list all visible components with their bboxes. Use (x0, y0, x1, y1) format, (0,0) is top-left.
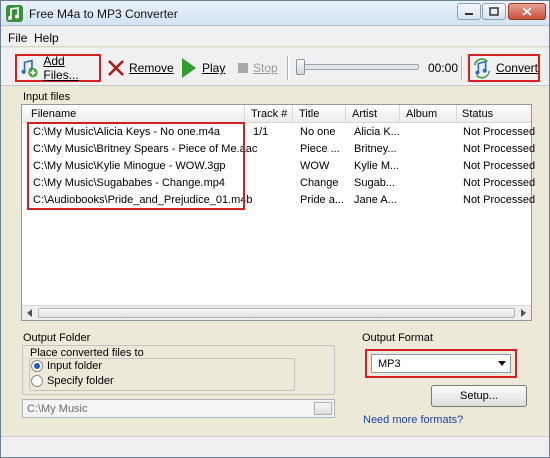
files-highlight-box (27, 122, 245, 210)
output-format-value: MP3 (378, 358, 401, 370)
close-button[interactable] (508, 3, 546, 20)
file-list-header: Filename Track # Title Artist Album Stat… (22, 105, 531, 123)
output-folder-label: Output Folder (23, 332, 91, 344)
cell-artist: Britney... (354, 143, 397, 155)
cell-artist: Alicia K... (354, 126, 400, 138)
cell-status: Not Processed (463, 143, 536, 155)
column-divider (399, 105, 400, 122)
seek-bar[interactable] (296, 59, 419, 75)
remove-icon (108, 60, 124, 76)
stop-label: Stop (253, 61, 278, 75)
add-files-icon (21, 59, 38, 78)
output-folder-path-field[interactable]: C:\My Music (22, 399, 335, 418)
menu-file[interactable]: File (8, 31, 27, 45)
cell-title: WOW (300, 160, 330, 172)
column-divider (345, 105, 346, 122)
convert-button[interactable]: Convert (468, 54, 540, 82)
status-bar (1, 436, 549, 457)
maximize-icon (489, 7, 499, 16)
minimize-icon (465, 13, 473, 15)
convert-label: Convert (495, 61, 538, 75)
column-track[interactable]: Track # (251, 108, 287, 120)
add-files-label: Add Files... (43, 54, 79, 82)
stop-icon (238, 63, 248, 73)
stop-button[interactable]: Stop (237, 54, 278, 82)
maximize-button[interactable] (482, 3, 506, 20)
format-highlight-box: MP3 (365, 349, 517, 378)
play-label: Play (202, 61, 226, 75)
scrollbar-thumb[interactable] (38, 308, 515, 318)
remove-label: Remove (129, 61, 174, 75)
column-divider (244, 105, 245, 122)
window-title: Free M4a to MP3 Converter (29, 7, 178, 21)
radio-input-folder[interactable]: Input folder (31, 360, 102, 372)
column-divider (292, 105, 293, 122)
output-folder-path: C:\My Music (27, 403, 88, 415)
radio-unselected-icon (31, 375, 43, 387)
convert-icon (474, 58, 490, 79)
radio-specify-folder-label: Specify folder (47, 375, 114, 387)
column-divider (456, 105, 457, 122)
chevron-down-icon (498, 361, 506, 366)
menu-bar: File Help (1, 27, 549, 47)
output-format-select[interactable]: MP3 (371, 354, 511, 373)
column-album[interactable]: Album (406, 108, 437, 120)
column-status[interactable]: Status (462, 108, 493, 120)
toolbar-separator (461, 56, 463, 80)
cell-status: Not Processed (463, 126, 536, 138)
column-artist[interactable]: Artist (352, 108, 377, 120)
scroll-right-icon[interactable] (518, 309, 528, 317)
cell-artist: Kylie M... (354, 160, 400, 172)
cell-artist: Sugab... (354, 177, 395, 189)
time-display: 00:00 (428, 61, 459, 75)
cell-status: Not Processed (463, 177, 536, 189)
add-files-button[interactable]: Add Files... (15, 54, 101, 82)
cell-title: Pride a... (300, 194, 345, 206)
play-button[interactable]: Play (180, 54, 225, 82)
cell-status: Not Processed (463, 194, 536, 206)
setup-button[interactable]: Setup... (431, 385, 527, 407)
file-list[interactable]: Filename Track # Title Artist Album Stat… (21, 104, 536, 321)
close-icon (522, 7, 532, 16)
toolbar-separator (287, 56, 289, 80)
output-format-label: Output Format (362, 332, 433, 344)
cell-title: Change (300, 177, 339, 189)
cell-title: Piece ... (300, 143, 340, 155)
input-files-label: Input files (23, 91, 71, 103)
cell-status: Not Processed (463, 160, 536, 172)
seek-thumb[interactable] (296, 59, 305, 75)
browse-folder-button[interactable] (314, 402, 332, 415)
scroll-left-icon[interactable] (25, 309, 35, 317)
play-icon (182, 58, 196, 78)
cell-title: No one (300, 126, 336, 138)
app-window: Free M4a to MP3 Converter File Help Add … (0, 0, 550, 458)
need-more-formats-link[interactable]: Need more formats? (363, 414, 463, 426)
minimize-button[interactable] (457, 3, 481, 20)
remove-button[interactable]: Remove (107, 54, 174, 82)
menu-help[interactable]: Help (34, 31, 59, 45)
column-title[interactable]: Title (299, 108, 319, 120)
radio-selected-icon (31, 360, 43, 372)
horizontal-scrollbar[interactable] (22, 305, 531, 320)
column-filename[interactable]: Filename (31, 108, 76, 120)
toolbar: Add Files... Remove Play Stop 00:00 Conv… (1, 48, 549, 86)
cell-artist: Jane A... (354, 194, 397, 206)
radio-specify-folder[interactable]: Specify folder (31, 375, 114, 387)
radio-input-folder-label: Input folder (47, 360, 103, 372)
cell-track: 1/1 (253, 126, 269, 138)
app-logo-icon (6, 5, 23, 22)
title-bar: Free M4a to MP3 Converter (1, 1, 549, 26)
